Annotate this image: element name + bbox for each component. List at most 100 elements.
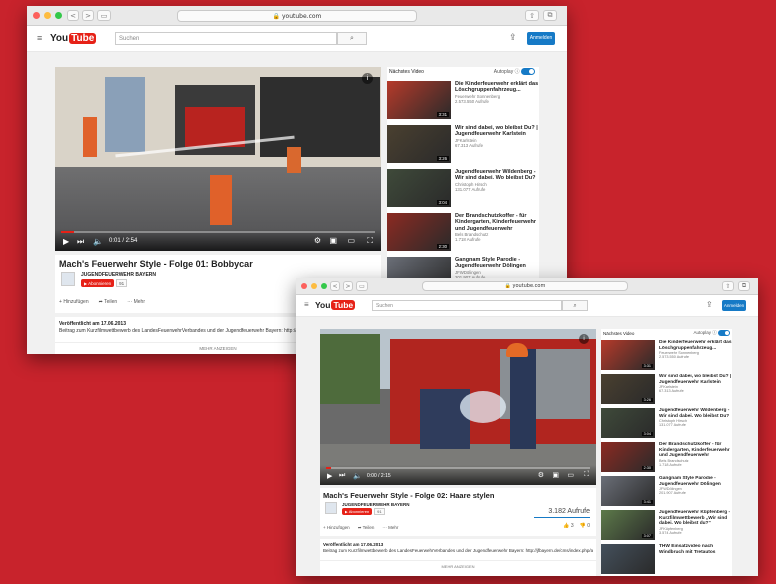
logo-you: You <box>50 33 69 44</box>
miniplayer-icon[interactable]: ▣ <box>552 471 559 479</box>
video-thumbnail[interactable]: 3:31 <box>601 340 655 370</box>
volume-icon[interactable]: 🔈 <box>353 472 362 480</box>
show-more-button[interactable]: MEHR ANZEIGEN <box>320 560 596 569</box>
related-video-item[interactable]: 3:04 Jugendfeuerwehr Wildenberg - Wir sin… <box>387 169 539 207</box>
related-video-item[interactable]: 2:30 Der Brandschutzkoffer - für Kinderga… <box>601 442 732 472</box>
channel-avatar[interactable] <box>325 502 337 514</box>
subscribe-button[interactable]: ▶ Abonnieren <box>342 508 373 515</box>
maximize-dot[interactable] <box>55 12 62 19</box>
sidebar-icon[interactable]: ▭ <box>97 10 111 21</box>
forward-arrow-icon[interactable]: > <box>343 281 353 291</box>
fullscreen-icon[interactable]: ⛶ <box>367 236 373 246</box>
related-video-item[interactable]: 3:31 Die Kinderfeuerwehr erklärt das Lösc… <box>387 81 539 119</box>
video-thumbnail[interactable] <box>601 544 655 574</box>
autoplay-toggle[interactable] <box>718 330 730 336</box>
video-thumbnail[interactable]: 3:31 <box>387 81 451 119</box>
video-player[interactable]: i ▶ ⏭ 🔈 0:00 / 2:15 ⚙ ▣ ▭ ⛶ <box>320 329 596 485</box>
video-thumbnail[interactable]: 3:07 <box>601 510 655 540</box>
upload-icon[interactable]: ⇪ <box>706 300 713 309</box>
address-bar[interactable]: 🔒 youtube.com <box>177 10 417 22</box>
menu-icon[interactable]: ≡ <box>37 33 42 43</box>
close-dot[interactable] <box>301 283 307 289</box>
share-button[interactable]: ➦ Teilen <box>99 299 118 305</box>
maximize-dot[interactable] <box>321 283 327 289</box>
more-button[interactable]: ··· Mehr <box>382 525 398 531</box>
channel-avatar[interactable] <box>61 272 75 286</box>
video-thumbnail[interactable]: 3:04 <box>387 169 451 207</box>
related-video-item[interactable]: 3:04 Jugendfeuerwehr Wildenberg - Wir sin… <box>601 408 732 438</box>
menu-icon[interactable]: ≡ <box>304 300 309 309</box>
progress-bar[interactable] <box>326 467 590 469</box>
related-video-item[interactable]: THW Einsatzvideo nach Windbruch mit Tret… <box>601 544 732 574</box>
back-arrow-icon[interactable]: < <box>67 10 79 21</box>
like-button[interactable]: 👍 3 <box>563 523 573 529</box>
sidebar-icon[interactable]: ▭ <box>356 281 368 291</box>
play-icon[interactable]: ▶ <box>63 237 69 246</box>
related-video-title: Gangnam Style Parodie - Jugendfeuerwehr … <box>455 257 526 270</box>
related-video-item[interactable]: 3:26 Wir sind dabei, wo bleibst Du? | Jug… <box>387 125 539 163</box>
youtube-logo[interactable]: You Tube <box>50 33 97 44</box>
video-player[interactable]: i ▶ ⏭ 🔈 0:01 / 2:54 ⚙ ▣ ▭ ⛶ <box>55 67 381 251</box>
info-icon[interactable]: i <box>362 73 373 84</box>
minimize-dot[interactable] <box>44 12 51 19</box>
video-thumbnail[interactable]: 3:26 <box>601 374 655 404</box>
tabs-icon[interactable]: ⧉ <box>543 10 557 21</box>
related-video-item[interactable]: 3:31 Die Kinderfeuerwehr erklärt das Lösc… <box>601 340 732 370</box>
channel-name[interactable]: JUGENDFEUERWEHR BAYERN <box>342 502 410 507</box>
upload-icon[interactable]: ⇪ <box>509 32 517 43</box>
volume-icon[interactable]: 🔈 <box>93 237 103 246</box>
search-button[interactable]: ⌕ <box>562 300 588 311</box>
browser-toolbar: < > ▭ 🔒 youtube.com ⇧ ⧉ <box>296 278 758 295</box>
theater-icon[interactable]: ▭ <box>567 471 574 479</box>
url-text: youtube.com <box>512 283 546 289</box>
theater-icon[interactable]: ▭ <box>347 236 355 245</box>
related-video-title: Der Brandschutzkoffer - für Kindergarten… <box>455 213 536 232</box>
video-thumbnail[interactable]: 2:30 <box>387 213 451 251</box>
tabs-icon[interactable]: ⧉ <box>738 281 750 291</box>
related-video-item[interactable]: 2:30 Der Brandschutzkoffer - für Kinderga… <box>387 213 539 251</box>
play-icon[interactable]: ▶ <box>327 472 332 480</box>
logo-tube: Tube <box>331 300 356 310</box>
search-input[interactable]: Suchen <box>372 300 562 311</box>
dislike-button[interactable]: 👎 0 <box>580 523 590 529</box>
info-icon[interactable]: i <box>579 334 589 344</box>
next-icon[interactable]: ⏭ <box>77 237 84 247</box>
related-video-title: Jugendfeuerwehr Wildenberg - Wir sind da… <box>455 169 536 182</box>
signin-button[interactable]: Anmelden <box>527 32 555 45</box>
share-icon[interactable]: ⇧ <box>525 10 539 21</box>
autoplay-toggle[interactable] <box>521 68 535 76</box>
settings-icon[interactable]: ⚙ <box>538 471 544 479</box>
related-video-item[interactable]: 3:41 Gangnam Style Parodie - Jugendfeuerw… <box>601 476 732 506</box>
back-arrow-icon[interactable]: < <box>330 281 340 291</box>
youtube-header: ≡ You Tube Suchen ⌕ ⇪ Anmelden <box>296 295 758 317</box>
subscribe-button[interactable]: ▶ Abonnieren <box>81 279 115 287</box>
address-bar[interactable]: 🔒 youtube.com <box>422 281 628 291</box>
search-input[interactable]: Suchen <box>115 32 337 45</box>
video-thumbnail[interactable]: 3:04 <box>601 408 655 438</box>
channel-name[interactable]: JUGENDFEUERWEHR BAYERN <box>81 272 156 278</box>
minimize-dot[interactable] <box>311 283 317 289</box>
video-thumbnail[interactable]: 3:26 <box>387 125 451 163</box>
add-to-button[interactable]: + Hinzufügen <box>59 299 89 305</box>
video-info: Mach's Feuerwehr Style - Folge 02: Haare… <box>320 488 596 536</box>
view-count: 3.182 Aufrufe <box>548 508 590 515</box>
share-icon[interactable]: ⇧ <box>722 281 734 291</box>
add-to-button[interactable]: + Hinzufügen <box>323 525 350 531</box>
share-button[interactable]: ➦ Teilen <box>358 525 375 531</box>
fullscreen-icon[interactable]: ⛶ <box>584 471 589 479</box>
progress-bar[interactable] <box>61 231 375 233</box>
miniplayer-icon[interactable]: ▣ <box>329 236 337 245</box>
settings-icon[interactable]: ⚙ <box>314 236 321 245</box>
related-video-item[interactable]: 3:07 Jugendfeuerwehr Küpfenberg - Kurzfil… <box>601 510 732 540</box>
close-dot[interactable] <box>33 12 40 19</box>
search-button[interactable]: ⌕ <box>337 32 367 45</box>
signin-button[interactable]: Anmelden <box>722 300 746 311</box>
more-button[interactable]: ··· Mehr <box>127 299 145 305</box>
video-thumbnail[interactable]: 3:41 <box>601 476 655 506</box>
youtube-logo[interactable]: You Tube <box>315 300 356 310</box>
forward-arrow-icon[interactable]: > <box>82 10 94 21</box>
browser-toolbar: < > ▭ 🔒 youtube.com ⇧ ⧉ <box>27 6 567 26</box>
video-thumbnail[interactable]: 2:30 <box>601 442 655 472</box>
related-video-item[interactable]: 3:26 Wir sind dabei, wo bleibst Du? | Jug… <box>601 374 732 404</box>
next-icon[interactable]: ⏭ <box>339 472 345 480</box>
